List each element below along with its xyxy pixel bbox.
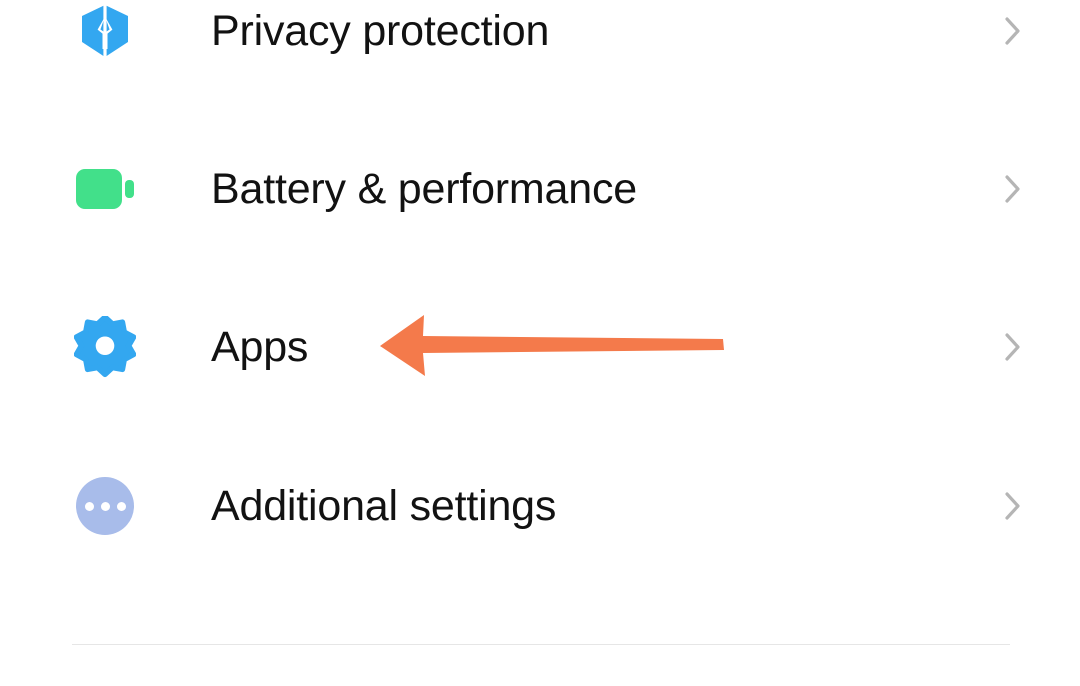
dot [116,501,126,511]
more-dots-icon [74,475,136,537]
settings-screen: Privacy protection Battery & performance [0,0,1080,686]
battery-icon [74,158,136,220]
chevron-right-icon[interactable] [998,174,1028,204]
list-item-additional-settings[interactable]: Additional settings [0,446,1080,566]
list-item-label: Apps [211,322,309,371]
shield-icon [74,0,136,62]
chevron-right-icon[interactable] [998,16,1028,46]
chevron-right-icon[interactable] [998,491,1028,521]
dot [100,501,110,511]
gear-icon [74,316,136,378]
list-item-label: Additional settings [211,481,557,530]
list-item-label: Battery & performance [211,164,637,213]
list-item-label: Privacy protection [211,6,550,55]
chevron-right-icon[interactable] [998,332,1028,362]
dot [84,501,94,511]
battery-terminal [125,180,134,198]
list-item-privacy-protection[interactable]: Privacy protection [0,0,1080,91]
list-item-apps[interactable]: Apps [0,287,1080,407]
battery-body [76,169,122,209]
divider [72,644,1010,645]
list-item-battery-performance[interactable]: Battery & performance [0,129,1080,249]
